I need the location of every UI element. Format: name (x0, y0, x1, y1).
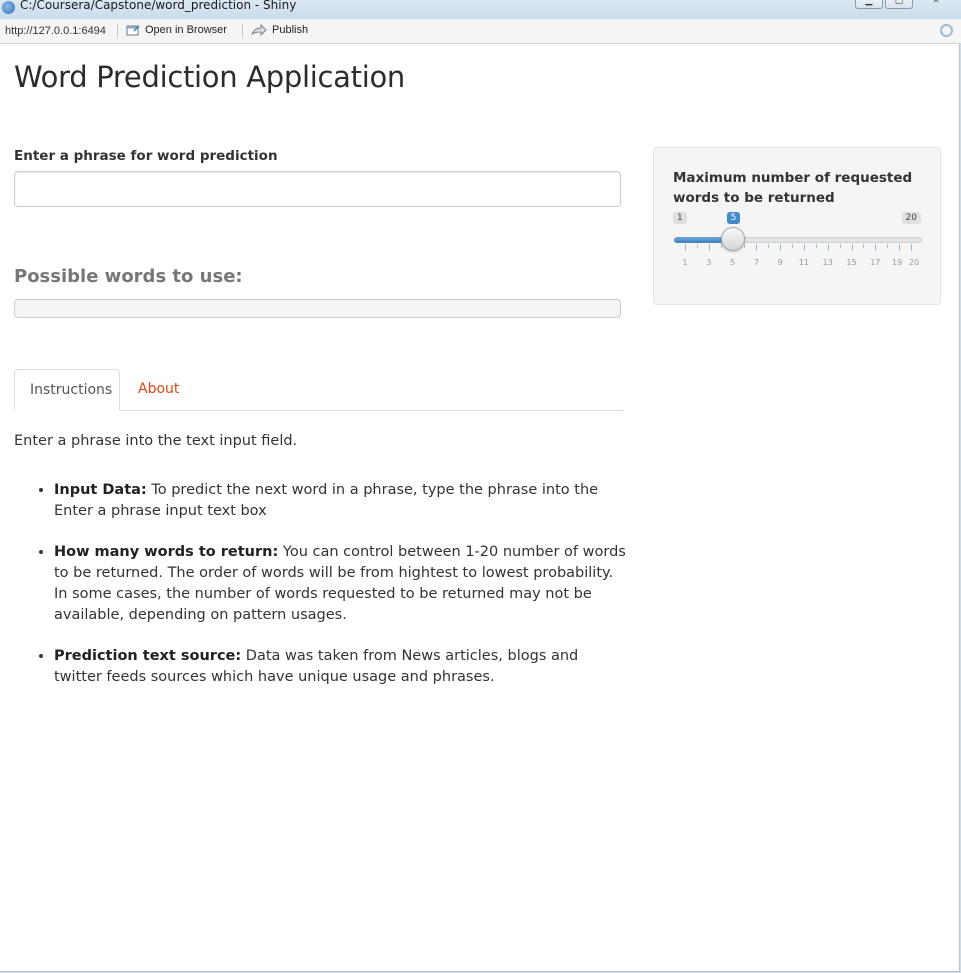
slider-tick-label: 7 (753, 258, 759, 267)
predicted-words-output (14, 299, 621, 318)
slider-tick (708, 244, 710, 251)
tab-about[interactable]: About (123, 369, 194, 410)
slider-tick-label: 17 (870, 258, 881, 267)
slider-tick (792, 244, 794, 248)
shiny-app-page: Word Prediction Application Enter a phra… (0, 44, 960, 972)
slider-tick (756, 244, 758, 251)
slider-tick (803, 244, 805, 251)
minimize-button[interactable]: ▁ (855, 0, 883, 9)
toolbar-divider (117, 24, 118, 38)
slider-tick (696, 244, 698, 248)
slider-tick-label: 13 (822, 258, 833, 267)
slider-tick-label: 9 (777, 258, 783, 267)
slider-handle[interactable] (720, 227, 745, 251)
slider-tick (911, 244, 912, 251)
refresh-icon[interactable] (940, 24, 953, 37)
open-in-browser-label: Open in Browser (145, 24, 227, 36)
possible-words-heading: Possible words to use: (14, 266, 243, 287)
list-item-title: How many words to return: (54, 544, 279, 560)
tab-bar: Instructions About (14, 369, 623, 411)
instructions-list: Input Data: To predict the next word in … (14, 480, 626, 708)
window-controls: ▁ ▢ ✕ (855, 0, 957, 9)
url-label: http://127.0.0.1:6494 (5, 25, 106, 37)
slider-tick (780, 244, 782, 251)
list-item: How many words to return: You can contro… (54, 542, 626, 626)
open-in-browser-button[interactable]: Open in Browser (126, 24, 227, 36)
publish-arrow-icon (251, 24, 267, 36)
slider-tick (815, 244, 817, 248)
slider-tick (827, 244, 829, 251)
slider-tick-label: 5 (730, 258, 736, 267)
sidebar-panel: Maximum number of requested words to be … (653, 147, 941, 305)
list-item: Prediction text source: Data was taken f… (54, 646, 626, 688)
slider-tick (851, 244, 853, 251)
page-title: Word Prediction Application (14, 60, 405, 94)
viewer-toolbar: http://127.0.0.1:6494 Open in Browser Pu… (0, 19, 961, 44)
slider-tick-label: 11 (798, 258, 810, 267)
slider-tick-label: 15 (846, 258, 857, 267)
slider-tick (839, 244, 841, 248)
toolbar-divider (242, 24, 243, 38)
slider-tick-label: 3 (706, 258, 712, 267)
slider-max-label: 20 (901, 212, 921, 224)
slider-tick (887, 244, 889, 248)
close-button[interactable]: ✕ (915, 0, 957, 9)
slider-tick (685, 244, 686, 251)
window-title: C:/Coursera/Capstone/word_prediction - S… (20, 0, 297, 12)
list-item-title: Input Data: (54, 482, 147, 498)
list-item: Input Data: To predict the next word in … (54, 480, 626, 522)
browser-window-icon (126, 25, 140, 36)
phrase-input[interactable] (14, 171, 621, 207)
slider-tick-label: 19 (892, 258, 903, 267)
rstudio-app-icon (2, 1, 15, 14)
window-titlebar: C:/Coursera/Capstone/word_prediction - S… (0, 0, 961, 19)
slider-label: Maximum number of requested words to be … (673, 170, 913, 206)
slider-value-label: 5 (726, 212, 741, 224)
slider-tick (899, 244, 901, 251)
publish-label: Publish (272, 24, 309, 36)
instructions-intro: Enter a phrase into the text input field… (14, 433, 298, 449)
slider-tick (875, 244, 877, 251)
list-item-title: Prediction text source: (54, 648, 242, 664)
publish-button[interactable]: Publish (251, 24, 308, 36)
tab-instructions[interactable]: Instructions (14, 369, 120, 411)
slider-tick-label: 1 (682, 258, 688, 267)
slider-tick (768, 244, 770, 248)
slider-tick (863, 244, 865, 248)
slider-tick (744, 244, 746, 248)
slider-min-label: 1 (673, 212, 687, 224)
slider-tick-label: 20 (908, 258, 920, 267)
phrase-input-label: Enter a phrase for word prediction (14, 148, 278, 164)
maximize-button[interactable]: ▢ (885, 0, 913, 9)
